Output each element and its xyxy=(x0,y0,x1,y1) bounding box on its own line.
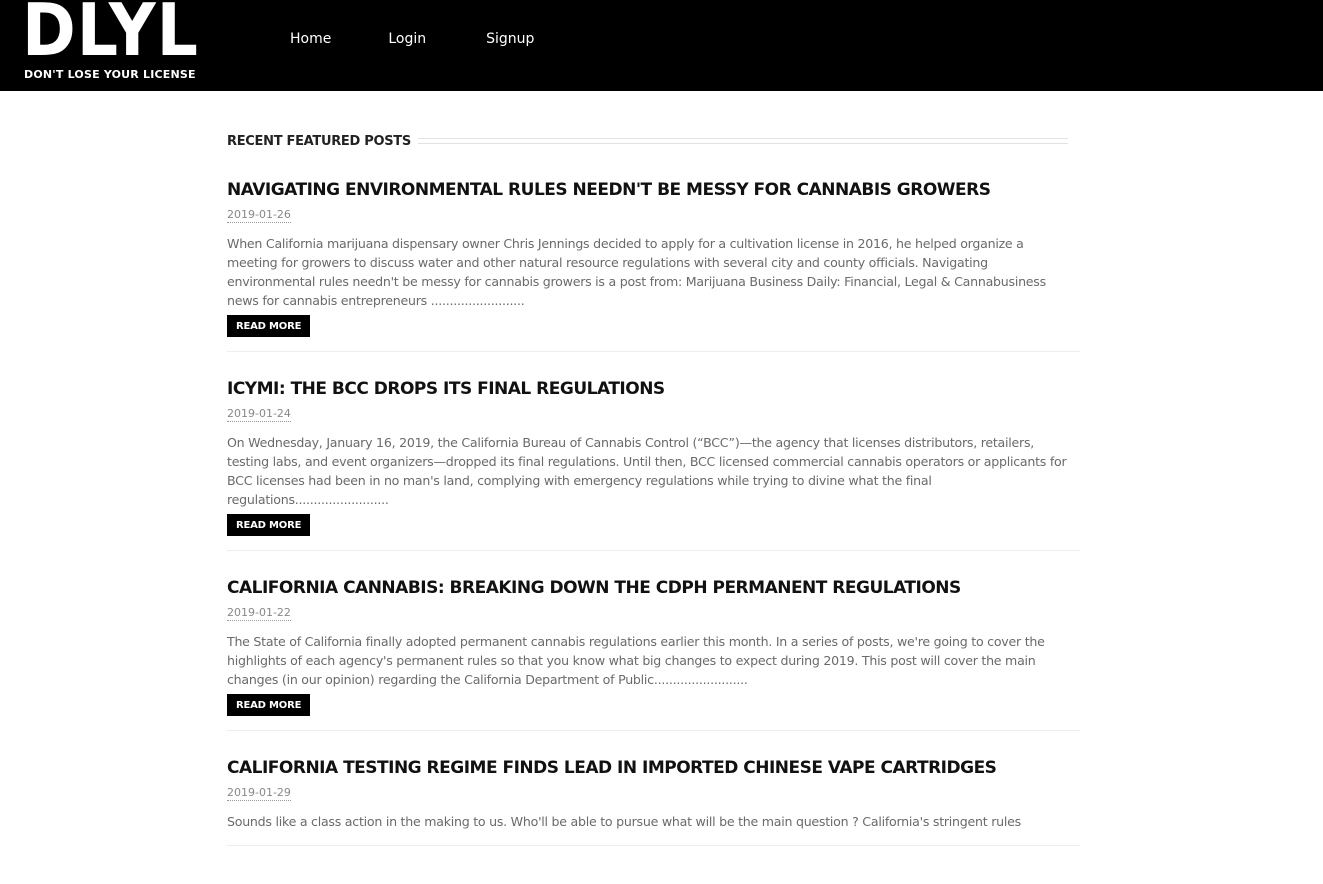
section-header: RECENT FEATURED POSTS xyxy=(227,133,1070,151)
post-excerpt: On Wednesday, January 16, 2019, the Cali… xyxy=(227,435,1067,507)
post-date: 2019-01-29 xyxy=(227,786,291,801)
post-item: California Testing Regime Finds Lead in … xyxy=(227,756,1080,846)
post-title-link[interactable]: California Cannabis: Breaking Down the C… xyxy=(227,576,1080,600)
nav-home-link[interactable]: Home xyxy=(290,31,331,47)
section-title: RECENT FEATURED POSTS xyxy=(227,134,411,149)
page: DLYL DON'T LOSE YOUR LICENSE Home Login … xyxy=(0,0,1323,884)
section-divider xyxy=(418,138,1068,144)
post-date: 2019-01-26 xyxy=(227,208,291,223)
post-excerpt: When California marijuana dispensary own… xyxy=(227,236,1046,308)
main-nav: Home Login Signup xyxy=(290,31,591,47)
post-title-link[interactable]: California Testing Regime Finds Lead in … xyxy=(227,756,1080,780)
site-logo[interactable]: DLYL DON'T LOSE YOUR LICENSE xyxy=(22,0,200,84)
read-more-button[interactable]: READ MORE xyxy=(227,694,311,716)
post-date: 2019-01-24 xyxy=(227,407,291,422)
post-excerpt: Sounds like a class action in the making… xyxy=(227,814,1021,829)
post-list: Navigating environmental rules needn't b… xyxy=(227,178,1080,871)
read-more-button[interactable]: READ MORE xyxy=(227,514,311,536)
post-excerpt: The State of California finally adopted … xyxy=(227,634,1045,687)
post-title-link[interactable]: Navigating environmental rules needn't b… xyxy=(227,178,1080,202)
post-item: ICYMI: The BCC Drops Its Final Regulatio… xyxy=(227,377,1080,551)
nav-signup-link[interactable]: Signup xyxy=(486,31,534,47)
logo-wordmark: DLYL xyxy=(22,0,199,72)
read-more-button[interactable]: READ MORE xyxy=(227,315,311,337)
post-item: California Cannabis: Breaking Down the C… xyxy=(227,576,1080,731)
nav-login-link[interactable]: Login xyxy=(388,31,426,47)
post-item: Navigating environmental rules needn't b… xyxy=(227,178,1080,352)
top-navbar: DLYL DON'T LOSE YOUR LICENSE Home Login … xyxy=(0,0,1323,91)
logo-tagline: DON'T LOSE YOUR LICENSE xyxy=(24,68,196,81)
post-date: 2019-01-22 xyxy=(227,606,291,621)
post-title-link[interactable]: ICYMI: The BCC Drops Its Final Regulatio… xyxy=(227,377,1080,401)
